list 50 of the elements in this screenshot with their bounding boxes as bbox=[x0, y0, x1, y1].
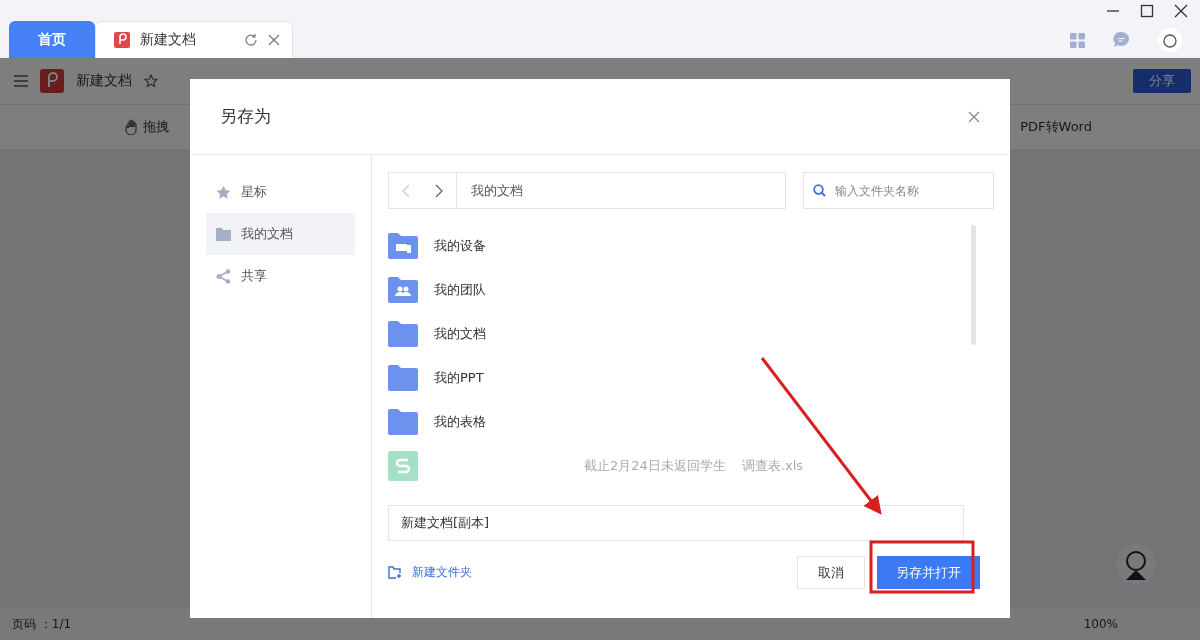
refresh-icon[interactable] bbox=[244, 33, 258, 47]
file-name[interactable]: 我的表格 bbox=[434, 413, 486, 431]
assistant-icon[interactable] bbox=[1116, 544, 1156, 584]
spreadsheet-icon bbox=[388, 451, 418, 481]
sidebar-label: 我的文档 bbox=[241, 225, 293, 243]
file-extension: 调查表.xls bbox=[741, 457, 804, 475]
star-icon bbox=[216, 184, 231, 200]
new-folder-icon bbox=[388, 566, 402, 579]
team-folder-icon bbox=[388, 277, 418, 303]
scrollbar[interactable] bbox=[971, 225, 976, 345]
dialog-title: 另存为 bbox=[220, 105, 271, 128]
close-icon[interactable] bbox=[1174, 4, 1188, 18]
toolbar-item[interactable]: PDF转Word bbox=[1020, 118, 1092, 136]
device-folder-icon bbox=[388, 233, 418, 259]
zoom-level: 100% bbox=[1083, 617, 1118, 631]
star-icon[interactable] bbox=[144, 74, 158, 88]
folder-icon bbox=[216, 227, 231, 241]
share-button[interactable]: 分享 bbox=[1133, 69, 1191, 93]
tab[interactable]: 新建文档 bbox=[95, 21, 293, 58]
menu-icon[interactable] bbox=[14, 75, 28, 87]
tab[interactable]: 首页 bbox=[9, 21, 95, 58]
file-name[interactable]: 我的文档 bbox=[434, 325, 486, 343]
avatar-icon[interactable] bbox=[1158, 28, 1182, 52]
search-field[interactable]: 输入文件夹名称 bbox=[803, 172, 994, 209]
hand-icon[interactable] bbox=[125, 119, 139, 135]
sidebar-item[interactable]: 我的文档 bbox=[206, 213, 355, 255]
document-logo-icon bbox=[40, 69, 64, 93]
current-path: 我的文档 bbox=[470, 181, 523, 200]
file-name[interactable]: 我的PPT bbox=[434, 369, 484, 387]
file-name[interactable]: 我的团队 bbox=[434, 281, 486, 299]
cancel-button[interactable]: 取消 bbox=[797, 556, 865, 589]
sidebar-label: 共享 bbox=[241, 267, 267, 285]
search-icon bbox=[813, 184, 826, 197]
sidebar-item[interactable]: 星标 bbox=[206, 171, 355, 213]
sidebar-item[interactable]: 共享 bbox=[206, 255, 355, 297]
file-name[interactable]: 我的设备 bbox=[434, 237, 486, 255]
share-icon bbox=[216, 268, 231, 284]
folder-icon bbox=[388, 365, 418, 391]
toolbar-item[interactable]: 拖拽 bbox=[143, 118, 169, 136]
document-logo-icon bbox=[114, 32, 130, 48]
folder-icon bbox=[388, 321, 418, 347]
page-count: 页码 ：1/1 bbox=[12, 615, 72, 633]
document-title: 新建文档 bbox=[76, 72, 132, 90]
sidebar-label: 星标 bbox=[241, 183, 267, 201]
folder-icon bbox=[388, 409, 418, 435]
new-folder-link[interactable]: 新建文件夹 bbox=[388, 564, 472, 581]
save-and-open-button[interactable]: 另存并打开 bbox=[877, 556, 980, 589]
maximize-icon[interactable] bbox=[1140, 4, 1154, 18]
forward-icon[interactable] bbox=[435, 183, 444, 198]
filename-field[interactable]: 新建文档[副本] bbox=[388, 505, 964, 541]
